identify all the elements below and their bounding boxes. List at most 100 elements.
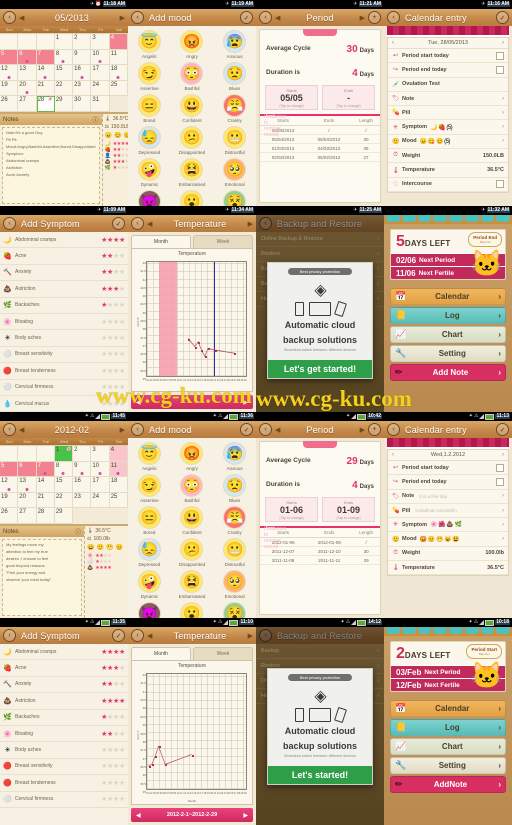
mood-item[interactable]: 😡 Angry (171, 28, 214, 60)
chevron-right-icon[interactable]: › (502, 522, 504, 528)
back-icon[interactable]: ‹ (259, 423, 272, 436)
row-checkbox[interactable] (496, 477, 504, 486)
calendar-day[interactable]: 12 (0, 477, 19, 493)
mood-grid[interactable]: 😇 Angelic 😡 Angry 😰 Anxious 😏 Assertive 😳 Bashful… (128, 438, 256, 618)
back-icon[interactable]: ‹ (387, 11, 400, 24)
chevron-right-icon[interactable]: › (502, 124, 504, 130)
back-icon[interactable]: ‹ (131, 11, 144, 24)
symptom-list[interactable]: 🌙 Abdominal cramps ★★★★ 🍓 Acne ★★★★ 🔨 Anxiety ★★… (0, 644, 128, 825)
calendar-day[interactable]: 28 🌸 (36, 96, 55, 112)
symptom-rating[interactable]: ★★★★ (101, 730, 125, 738)
chevron-right-icon[interactable]: › (502, 96, 504, 102)
mood-item[interactable]: 😏 Assertive (128, 60, 171, 92)
calendar-day[interactable]: 19 (0, 492, 19, 509)
symptom-row[interactable]: 🌙 Abdominal cramps ★★★★ (0, 644, 128, 661)
next-icon[interactable]: ▶ (360, 426, 365, 434)
symptom-rating[interactable]: ★★★★ (101, 268, 125, 276)
back-icon[interactable]: ‹ (259, 11, 272, 24)
prev-range-icon[interactable]: ◀ (136, 812, 141, 819)
symptom-rating[interactable]: ★★★★ (101, 318, 125, 326)
mood-item[interactable]: 😤 Cranky (213, 92, 256, 124)
mood-item[interactable]: 😮Excited (171, 600, 214, 618)
info-icon[interactable]: ⓘ (93, 115, 99, 124)
notes-body[interactable]: My feelings move my attention to feel my … (2, 539, 82, 616)
table-row[interactable]: 01/03/2013 04/03/2013 35 (260, 143, 380, 153)
calendar-grid[interactable]: 1 🌸 2 3 4 5 6 7 8 9 10 11 12 13 14 15 16 17 18 19 20 21 22 23 24… (0, 445, 128, 524)
row-checkbox[interactable] (496, 51, 504, 60)
symptom-row[interactable]: 🌿 Backaches ★★★★ (0, 710, 128, 726)
calendar-day[interactable] (18, 446, 37, 462)
back-icon[interactable]: ‹ (259, 217, 272, 230)
symptom-rating[interactable]: ★★★★ (101, 779, 125, 787)
mood-item[interactable]: 😏 Assertive (128, 472, 171, 504)
starts-box[interactable]: Starts 05/05 (Tap to change) (265, 85, 318, 110)
symptom-rating[interactable]: ★★★★ (101, 648, 125, 656)
calendar-day[interactable] (0, 446, 19, 462)
backup-option-row[interactable]: Online Backup & Restore › (256, 232, 384, 247)
back-icon[interactable]: ‹ (259, 629, 272, 642)
menu-item-add-note[interactable]: ✏ Add Note › (390, 364, 506, 381)
symptom-row[interactable]: 🔨 Anxiety ★★★★ (0, 677, 128, 694)
mood-item[interactable]: 🥺 Emotional (213, 156, 256, 188)
calendar-day[interactable]: 4 (109, 34, 128, 50)
symptom-row[interactable]: 💩 Astriction ★★★★ (0, 693, 128, 710)
entry-row[interactable]: ⏱ Weight 100.0lb (388, 547, 508, 562)
symptom-rating[interactable]: ★★★★ (101, 746, 125, 754)
table-row[interactable]: 2011-11-08 2011-11-11 29 (260, 555, 380, 565)
calendar-day[interactable]: 13 (18, 65, 37, 81)
calendar-day[interactable]: 8 (54, 49, 74, 66)
symptom-row[interactable]: 🔴 Breast tenderness ★★★★ (0, 775, 128, 792)
notes-body[interactable]: Note:It's a good Guy. Pit Pit. Mood:Angry,… (2, 127, 100, 204)
mood-item[interactable]: 😫 Embarrassed (171, 156, 214, 188)
back-icon[interactable]: ‹ (131, 423, 144, 436)
calendar-day[interactable]: 26 (0, 96, 19, 112)
symptom-rating[interactable]: ★★★★ (101, 367, 125, 375)
mood-item[interactable]: 😵Exhausted (213, 600, 256, 618)
confirm-icon[interactable]: ✓ (240, 423, 253, 436)
mood-item[interactable]: 😡 Angry (171, 440, 214, 472)
calendar-day[interactable]: 27 (18, 508, 37, 524)
calendar-day[interactable]: 14 (36, 477, 55, 493)
calendar-day[interactable]: 10 (91, 461, 110, 478)
next-icon[interactable]: ▶ (248, 632, 253, 640)
promo-dialog[interactable]: Best privacy protection ◈ Automatic clou… (267, 668, 373, 785)
back-icon[interactable]: ‹ (131, 629, 144, 642)
mood-item[interactable]: 😃 Confident (171, 92, 214, 124)
starts-box[interactable]: Starts 01-06 (Tap to change) (265, 497, 318, 522)
symptom-row[interactable]: 🍓 Acne ★★★★ (0, 660, 128, 677)
symptom-rating[interactable]: ★★★★ (101, 236, 125, 244)
calendar-day[interactable]: 17 (91, 477, 110, 493)
speech-bubble[interactable]: Period Start Tap me! (466, 644, 502, 659)
calendar-day[interactable]: 2 (73, 34, 92, 50)
chevron-right-icon[interactable]: › (502, 138, 504, 144)
calendar-day[interactable]: 4 (109, 446, 128, 462)
symptom-rating[interactable]: ★★★★ (101, 301, 125, 309)
calendar-day[interactable]: 24 (91, 492, 110, 509)
entry-row[interactable]: ↩ Period start today (388, 49, 508, 64)
symptom-row[interactable]: 🍓 Acne ★★★★ (0, 248, 128, 265)
calendar-day[interactable]: 9 (73, 461, 92, 478)
symptom-row[interactable]: 🌸 Bloating ★★★★ (0, 726, 128, 743)
calendar-day[interactable]: 11 (109, 461, 128, 478)
calendar-day[interactable]: 26 (0, 508, 19, 524)
mood-item[interactable]: 👿Evil (128, 600, 171, 618)
date-selector[interactable]: ‹ Wed,1.2.2012 › (388, 450, 508, 461)
prev-month-icon[interactable]: ◀ (19, 14, 24, 22)
symptom-rating[interactable]: ★★★★ (101, 350, 125, 358)
mood-item[interactable]: 🥺 Emotional (213, 568, 256, 600)
mood-item[interactable]: 😰 Anxious (213, 440, 256, 472)
back-icon[interactable]: ‹ (3, 11, 16, 24)
entry-row[interactable]: ⏱ Weight 150.0LB (388, 149, 508, 164)
date-selector[interactable]: ‹ Tue, 28/05/2013 › (388, 38, 508, 49)
calendar-day[interactable]: 10 (91, 49, 110, 66)
mood-item[interactable]: 😤 Cranky (213, 504, 256, 536)
menu-item-setting[interactable]: 🔧 Setting › (390, 757, 506, 774)
calendar-day[interactable] (36, 34, 55, 50)
calendar-day[interactable]: 20 (18, 80, 37, 97)
chevron-right-icon[interactable]: › (502, 493, 504, 499)
calendar-day[interactable]: 6 (18, 461, 37, 478)
symptom-rating[interactable]: ★★★★ (101, 795, 125, 803)
calendar-day[interactable]: 3 (91, 446, 110, 462)
prev-month-icon[interactable]: ◀ (19, 426, 24, 434)
calendar-day[interactable] (18, 34, 37, 50)
